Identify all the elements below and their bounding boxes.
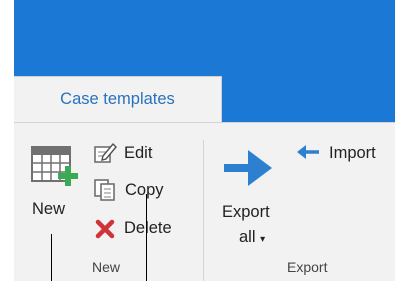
ribbon-group-new-label: New: [92, 259, 121, 275]
ribbon-group-separator: [203, 140, 204, 281]
new-button-label: New: [32, 200, 66, 218]
new-template-icon: [31, 146, 78, 186]
copy-icon: [94, 179, 115, 201]
copy-button-label: Copy: [125, 181, 164, 199]
window-margin: [0, 0, 14, 281]
ribbon-group-export-label: Export: [287, 259, 328, 275]
import-button-label: Import: [329, 144, 376, 162]
chevron-down-icon: ▾: [260, 234, 266, 245]
export-all-label-text: all: [239, 228, 256, 246]
export-all-label-line1: Export: [222, 203, 270, 221]
delete-button-label: Delete: [124, 219, 172, 237]
arrow-left-icon: [297, 145, 319, 159]
edit-button-label: Edit: [124, 144, 153, 162]
delete-icon: [95, 219, 115, 239]
tab-case-templates[interactable]: Case templates: [14, 76, 222, 122]
overlay-line: [146, 194, 147, 281]
arrow-right-icon: [224, 150, 272, 186]
export-all-label-line2: all ▾: [239, 228, 265, 247]
edit-icon: [94, 142, 117, 163]
overlay-line: [51, 234, 52, 281]
tab-label: Case templates: [60, 90, 175, 108]
